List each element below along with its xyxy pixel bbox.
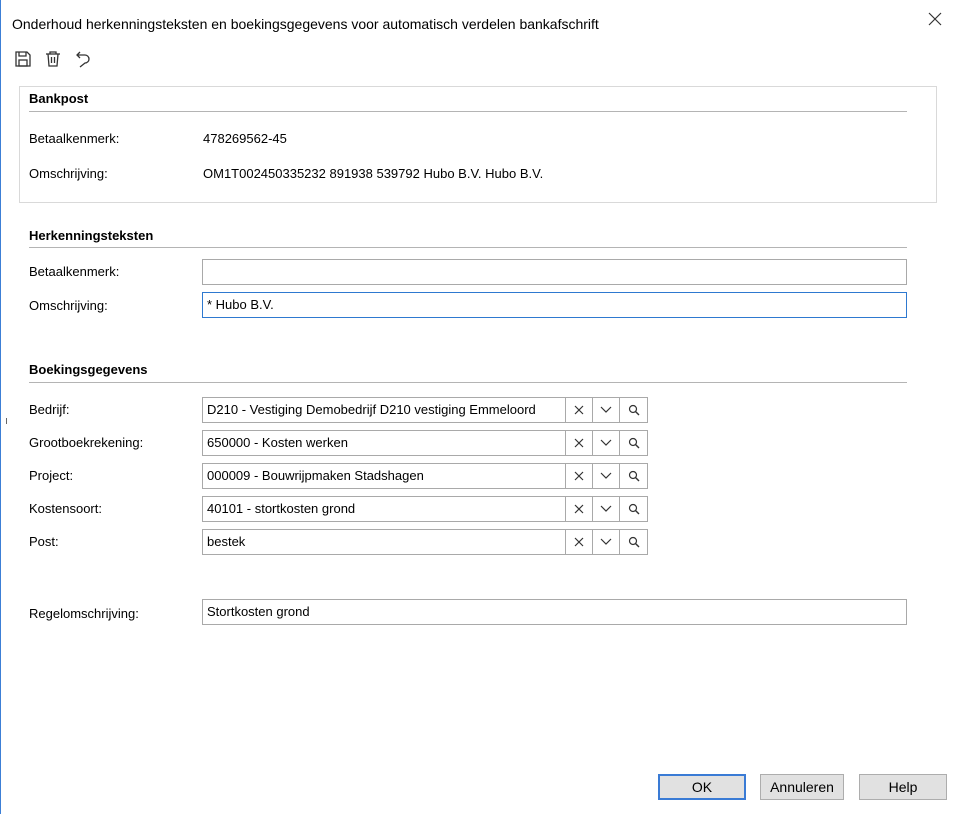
bedrijf-label: Bedrijf: [29, 402, 70, 417]
herkenning-betaalkenmerk-input[interactable] [202, 259, 907, 285]
boeking-title: Boekingsgegevens [29, 362, 148, 377]
bankpost-betaalkenmerk-label: Betaalkenmerk: [29, 131, 120, 146]
clear-icon[interactable] [565, 430, 593, 456]
chevron-down-icon[interactable] [593, 430, 619, 456]
kostensoort-label: Kostensoort: [29, 501, 102, 516]
herkenning-omschrijving-input[interactable]: * Hubo B.V. [202, 292, 907, 318]
bankpost-omschrijving-label: Omschrijving: [29, 166, 108, 181]
bankpost-betaalkenmerk-value: 478269562-45 [203, 131, 287, 146]
chevron-down-icon[interactable] [593, 397, 619, 423]
bankpost-omschrijving-value: OM1T002450335232 891938 539792 Hubo B.V.… [203, 166, 544, 181]
kostensoort-combo: 40101 - stortkosten grond [202, 496, 648, 522]
herkenning-title: Herkenningsteksten [29, 228, 154, 243]
clear-icon[interactable] [565, 397, 593, 423]
search-icon[interactable] [619, 430, 648, 456]
search-icon[interactable] [619, 529, 648, 555]
bedrijf-combo: D210 - Vestiging Demobedrijf D210 vestig… [202, 397, 648, 423]
clear-icon[interactable] [565, 463, 593, 489]
clear-icon[interactable] [565, 496, 593, 522]
boeking-divider [29, 382, 907, 383]
post-label: Post: [29, 534, 59, 549]
trash-icon[interactable] [42, 48, 64, 70]
grootboekrekening-combo: 650000 - Kosten werken [202, 430, 648, 456]
search-icon[interactable] [619, 463, 648, 489]
cancel-button[interactable]: Annuleren [760, 774, 844, 800]
dialog-title: Onderhoud herkenningsteksten en boekings… [12, 16, 599, 32]
bankpost-divider [29, 111, 907, 112]
window-left-border [0, 0, 1, 814]
search-icon[interactable] [619, 496, 648, 522]
project-combo: 000009 - Bouwrijpmaken Stadshagen [202, 463, 648, 489]
project-value[interactable]: 000009 - Bouwrijpmaken Stadshagen [202, 463, 565, 489]
undo-icon[interactable] [72, 48, 94, 70]
chevron-down-icon[interactable] [593, 529, 619, 555]
bedrijf-value[interactable]: D210 - Vestiging Demobedrijf D210 vestig… [202, 397, 565, 423]
help-button[interactable]: Help [859, 774, 947, 800]
edge-mark [6, 418, 7, 424]
close-icon[interactable] [927, 11, 943, 27]
herkenning-divider [29, 247, 907, 248]
post-combo: bestek [202, 529, 648, 555]
regelomschrijving-label: Regelomschrijving: [29, 606, 139, 621]
kostensoort-value[interactable]: 40101 - stortkosten grond [202, 496, 565, 522]
herkenning-betaalkenmerk-label: Betaalkenmerk: [29, 264, 120, 279]
herkenning-omschrijving-label: Omschrijving: [29, 298, 108, 313]
regelomschrijving-input[interactable]: Stortkosten grond [202, 599, 907, 625]
bankpost-title: Bankpost [29, 91, 89, 106]
save-icon[interactable] [12, 48, 34, 70]
search-icon[interactable] [619, 397, 648, 423]
grootboekrekening-label: Grootboekrekening: [29, 435, 144, 450]
toolbar [12, 48, 94, 70]
ok-button[interactable]: OK [658, 774, 746, 800]
chevron-down-icon[interactable] [593, 496, 619, 522]
bankpost-panel [19, 86, 937, 203]
chevron-down-icon[interactable] [593, 463, 619, 489]
grootboekrekening-value[interactable]: 650000 - Kosten werken [202, 430, 565, 456]
post-value[interactable]: bestek [202, 529, 565, 555]
project-label: Project: [29, 468, 74, 483]
clear-icon[interactable] [565, 529, 593, 555]
